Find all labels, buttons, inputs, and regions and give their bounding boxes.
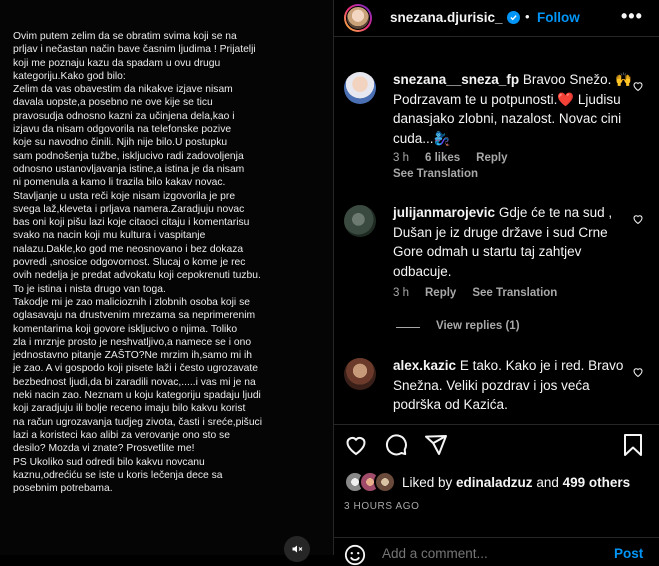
author-avatar-image <box>346 6 370 30</box>
reply-button[interactable]: Reply <box>425 287 456 299</box>
follow-button[interactable]: Follow <box>537 10 580 25</box>
add-comment-input[interactable] <box>382 546 592 561</box>
commenter-avatar[interactable] <box>344 72 376 104</box>
commenter-username[interactable]: snezana__sneza_fp <box>393 72 519 87</box>
like-comment-heart-icon[interactable] <box>632 366 644 378</box>
author-username[interactable]: snezana.djurisic_ <box>390 10 503 25</box>
post-caption-text: Ovim putem zelim da se obratim svima koj… <box>13 31 262 495</box>
like-comment-heart-icon[interactable] <box>632 80 644 92</box>
comment-bubble-icon[interactable] <box>384 433 408 457</box>
post-actions-panel: Liked by edinaladzuz and 499 others 3 HO… <box>334 424 659 566</box>
commenter-avatar[interactable] <box>344 205 376 237</box>
view-replies-line <box>396 327 420 328</box>
author-avatar[interactable] <box>344 4 372 32</box>
post-image[interactable]: Ovim putem zelim da se obratim svima koj… <box>0 0 333 562</box>
liked-by-text: Liked by edinaladzuz and 499 others <box>402 475 630 490</box>
comment-meta: 3 h 6 likes Reply <box>393 152 508 164</box>
liked-by-row: Liked by edinaladzuz and 499 others <box>344 471 630 493</box>
comment-body: snezana__sneza_fp Bravoo Snežo. 🙌 Podrza… <box>393 70 638 148</box>
emoji-icon[interactable] <box>344 544 366 566</box>
comment-body: alex.kazic E tako. Kako je i red. Bravo … <box>393 356 638 415</box>
share-paper-plane-icon[interactable] <box>424 433 448 457</box>
view-replies-button[interactable]: View replies (1) <box>436 320 520 332</box>
commenter-avatar[interactable] <box>344 358 376 390</box>
commenter-username[interactable]: julijanmarojevic <box>393 205 495 220</box>
comment-body: julijanmarojevic Gdje će te na sud , Duš… <box>393 203 638 281</box>
header-separator: • <box>525 9 530 24</box>
like-heart-icon[interactable] <box>344 433 368 457</box>
speaker-muted-icon <box>292 545 303 553</box>
post-header: snezana.djurisic_ • Follow ••• <box>334 0 659 37</box>
verified-badge-icon <box>507 11 520 24</box>
see-translation-button[interactable]: See Translation <box>472 287 557 299</box>
post-timestamp[interactable]: 3 HOURS AGO <box>344 501 420 512</box>
like-comment-heart-icon[interactable] <box>632 213 644 225</box>
comment-meta: 3 h Reply See Translation <box>393 287 557 299</box>
liked-by-user[interactable]: edinaladzuz <box>456 475 533 490</box>
liked-by-and: and <box>532 474 563 490</box>
see-translation-button[interactable]: See Translation <box>393 168 478 180</box>
commenter-username[interactable]: alex.kazic <box>393 358 456 373</box>
others-likes-link[interactable]: 499 others <box>563 475 631 490</box>
comment-likes[interactable]: 6 likes <box>425 152 460 164</box>
save-bookmark-icon[interactable] <box>622 433 644 457</box>
more-options-button[interactable]: ••• <box>621 6 643 27</box>
comment-time: 3 h <box>393 152 409 164</box>
liker-avatar[interactable] <box>374 471 396 493</box>
reply-button[interactable]: Reply <box>476 152 507 164</box>
post-comment-button[interactable]: Post <box>614 546 643 561</box>
liked-by-prefix: Liked by <box>402 474 457 490</box>
mute-button[interactable] <box>284 536 310 562</box>
comment-time: 3 h <box>393 287 409 299</box>
